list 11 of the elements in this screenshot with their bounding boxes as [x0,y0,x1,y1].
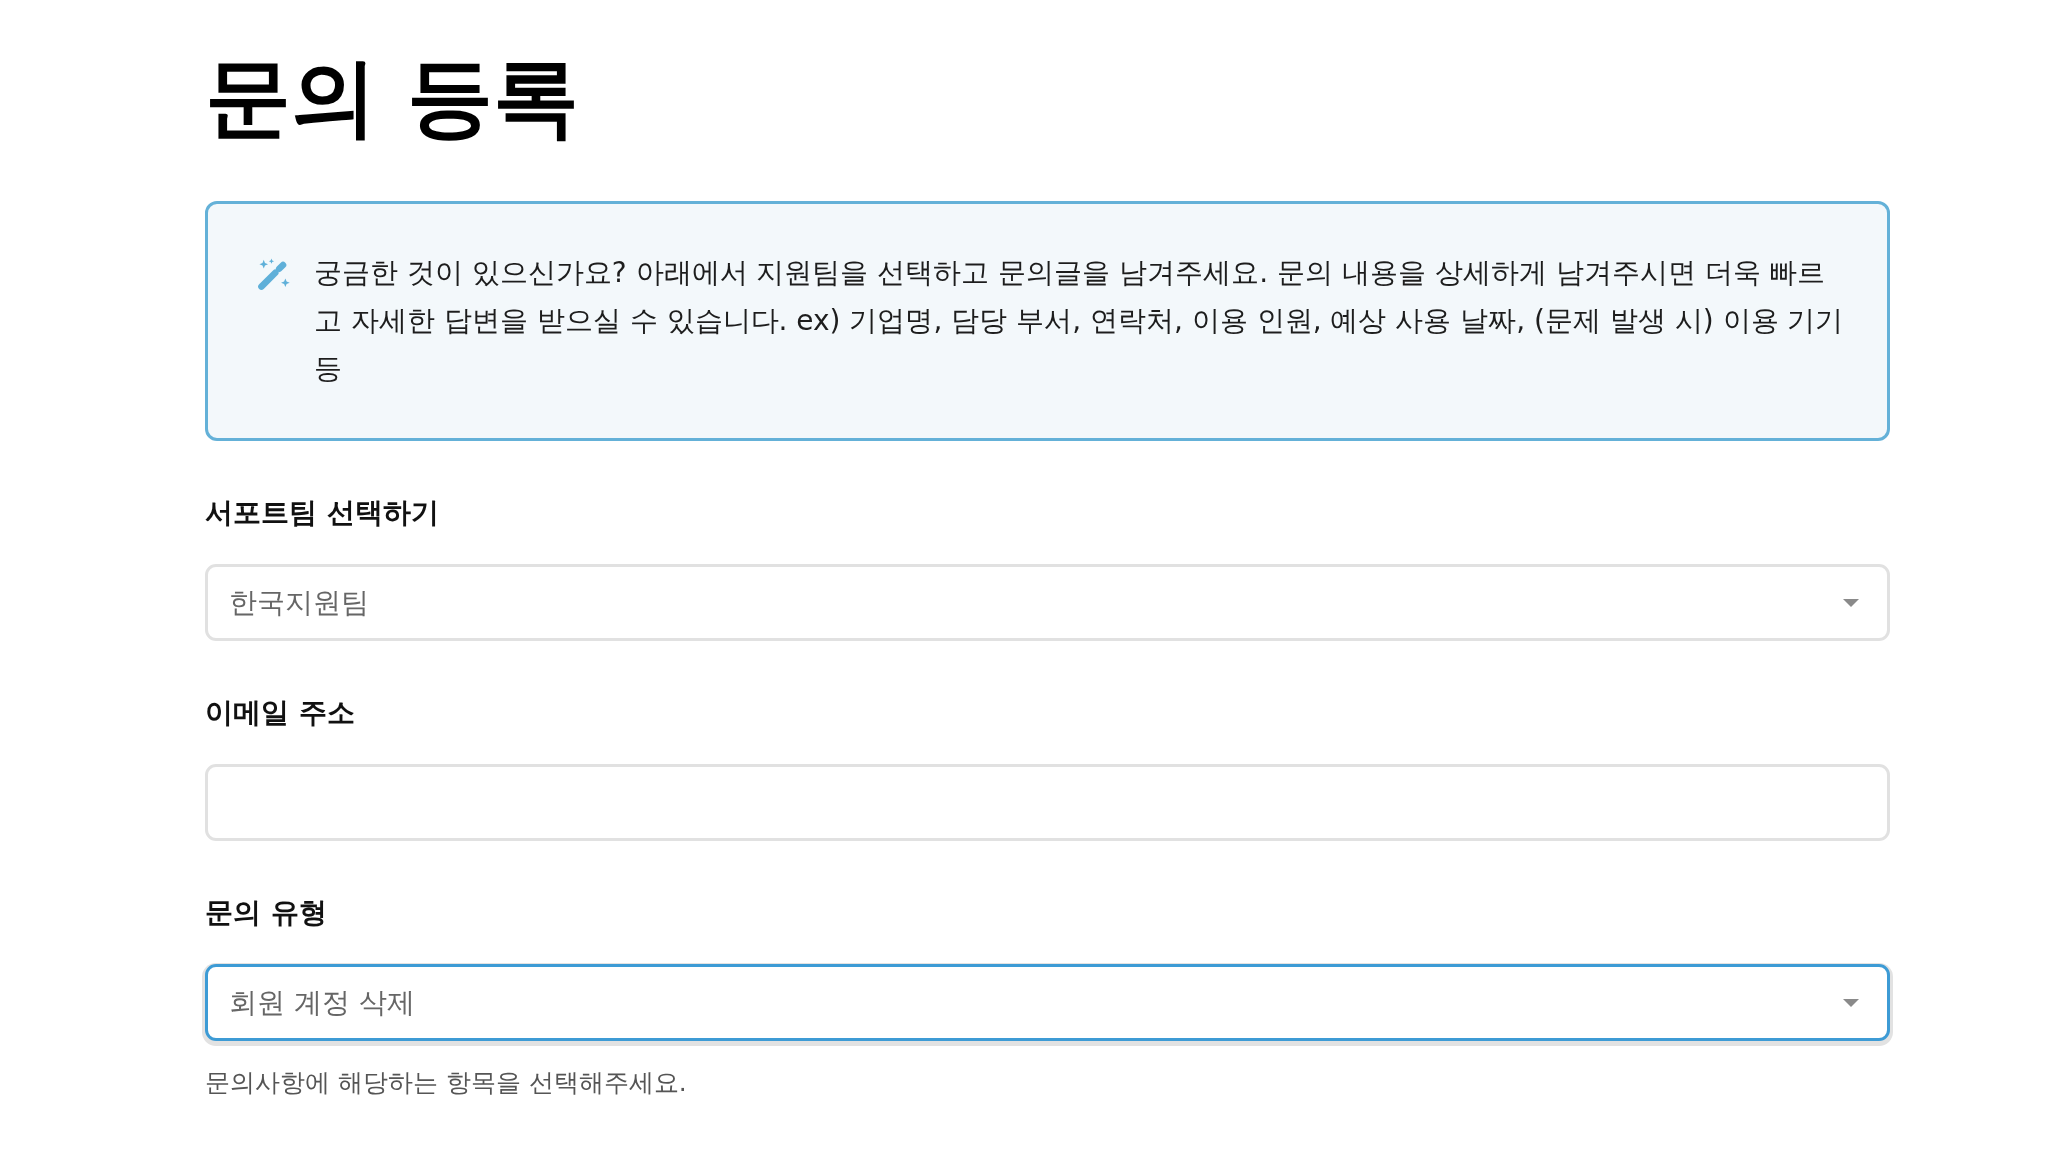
field-label: 서포트팀 선택하기 [205,495,440,532]
dropdown-select[interactable]: 한국지원팀 [205,564,1890,642]
page-title: 문의 등록 [205,46,580,149]
caret-icon [1843,998,1859,1007]
magic-wand-icon [256,258,290,293]
field-label: 이메일 주소 [205,695,356,732]
notice-text: 궁금한 것이 있으신가요? 아래에서 지원팀을 선택하고 문의글을 남겨주세요. 문의 내용을 상세하게 남겨주시면 더욱 빠르고 자세한 답변을 받으실 수 있습니다. ex) 기업명, 담당 부서, 연락처, 이용 인원, 예상 사용 날짜, (문제 발생 시) 이용 기기 등 [314,255,1845,388]
field-label: 문의 유형 [205,895,328,932]
caret-icon [1843,598,1859,607]
text-input[interactable] [205,764,1890,842]
help-text: 문의사항에 해당하는 항목을 선택해주세요. [205,1067,688,1100]
